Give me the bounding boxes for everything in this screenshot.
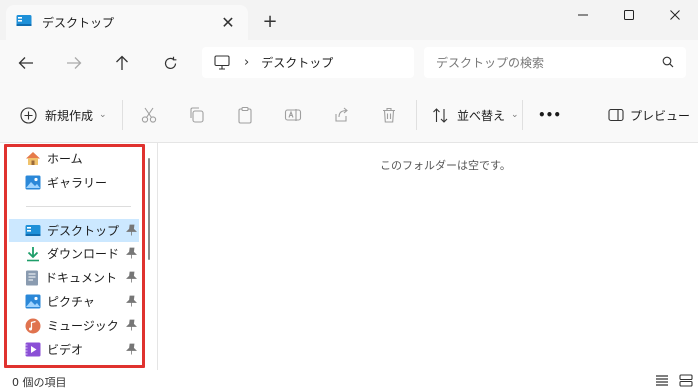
pin-icon [126,295,137,307]
details-view-button[interactable] [655,374,669,390]
address-bar-row: › デスクトップ デスクトップの検索 [0,40,698,86]
minimize-icon [578,14,588,16]
computer-icon [214,55,230,70]
sidebar-divider [26,206,131,207]
delete-button[interactable] [380,104,398,126]
sidebar-item-label: ドキュメント [45,271,118,285]
sort-icon [433,107,448,123]
documents-icon [26,270,38,285]
address-input[interactable]: › デスクトップ [202,47,414,78]
maximize-icon [624,10,634,20]
chevron-down-icon: ⌄ [511,110,519,120]
download-icon [27,246,39,261]
forward-button[interactable] [60,50,88,76]
videos-icon [25,342,41,357]
navigation-pane: ホーム ギャラリー デスクトップ ダウンロード ドキュメント ピクチャ ミュージ… [0,143,157,370]
preview-pane-icon [608,108,624,122]
plus-circle-icon [20,106,37,124]
breadcrumb-desktop[interactable]: デスクトップ [261,54,333,71]
rename-icon [284,109,302,121]
sidebar-scrollbar[interactable] [148,158,150,260]
search-icon [662,56,674,68]
toolbar-divider [416,100,417,130]
maximize-button[interactable] [606,0,652,30]
arrow-right-icon [67,57,82,69]
sort-button[interactable]: 並べ替え ⌄ [432,104,519,126]
pin-icon [126,224,137,236]
sidebar-item-music[interactable]: ミュージック [9,314,139,337]
toolbar-divider [122,100,123,130]
preview-pane-button[interactable]: プレビュー [608,104,690,126]
sidebar-item-videos[interactable]: ビデオ [9,338,139,361]
sidebar-item-label: ホーム [47,152,83,166]
status-bar: 0 個の項目 [0,370,698,392]
command-bar: 新規作成 ⌄ 並べ替え ⌄ ••• プレビュー [0,86,698,143]
search-placeholder: デスクトップの検索 [436,56,545,70]
sidebar-item-label: ミュージック [47,319,119,333]
desktop-icon [25,224,41,236]
close-icon [670,10,680,20]
arrow-left-icon [18,57,33,69]
minimize-button[interactable] [560,0,606,30]
toolbar-divider [522,100,523,130]
tiles-view-button[interactable] [679,374,693,390]
new-tab-button[interactable]: + [260,11,280,33]
sort-button-label: 並べ替え [457,108,506,123]
gallery-icon [25,175,41,190]
share-icon [335,107,348,122]
music-icon [25,318,41,333]
tab-close-button[interactable]: ✕ [218,12,238,32]
rename-button[interactable] [284,104,302,126]
arrow-up-icon [116,55,128,70]
refresh-button[interactable] [156,50,184,76]
pin-icon [126,271,137,283]
sidebar-item-label: デスクトップ [47,224,120,238]
details-view-icon [656,375,668,386]
desktop-icon [16,14,32,31]
new-button-label: 新規作成 [45,108,94,123]
empty-folder-message: このフォルダーは空です。 [380,159,511,172]
sidebar-item-gallery[interactable]: ギャラリー [9,171,139,194]
new-button[interactable]: 新規作成 ⌄ [20,104,107,126]
pin-icon [126,343,137,355]
chevron-down-icon: ⌄ [99,110,107,120]
sidebar-item-documents[interactable]: ドキュメント [9,266,139,289]
copy-icon [190,107,204,123]
cut-button[interactable] [140,104,158,126]
tab-desktop[interactable]: デスクトップ ✕ [6,5,248,40]
close-window-button[interactable] [652,0,698,30]
preview-pane-label: プレビュー [630,108,691,123]
paste-button[interactable] [236,104,254,126]
more-options-button[interactable]: ••• [538,104,561,126]
sidebar-item-label: ピクチャ [47,295,95,309]
sidebar-item-label: ギャラリー [47,176,108,190]
sidebar-item-label: ダウンロード [47,247,120,261]
copy-button[interactable] [188,104,206,126]
sidebar-item-desktop[interactable]: デスクトップ [9,219,139,242]
sidebar-item-label: ビデオ [47,343,84,357]
item-count: 0 個の項目 [12,376,67,389]
pin-icon [126,319,137,331]
sidebar-item-home[interactable]: ホーム [9,147,139,170]
pin-icon [126,247,137,259]
back-button[interactable] [12,50,40,76]
tab-title: デスクトップ [42,16,115,30]
scissors-icon [141,107,157,123]
title-bar: デスクトップ ✕ + [0,0,698,40]
tiles-view-icon [679,374,693,387]
chevron-right-icon[interactable]: › [244,55,249,70]
up-button[interactable] [108,50,136,76]
home-icon [26,152,40,165]
trash-icon [383,107,395,123]
clipboard-icon [238,106,252,124]
sidebar-item-pictures[interactable]: ピクチャ [9,290,139,313]
file-list-area[interactable]: このフォルダーは空です。 [157,143,698,370]
share-button[interactable] [332,104,350,126]
sidebar-item-downloads[interactable]: ダウンロード [9,242,139,265]
pictures-icon [25,294,41,309]
refresh-icon [164,56,176,69]
search-input[interactable]: デスクトップの検索 [424,47,686,78]
